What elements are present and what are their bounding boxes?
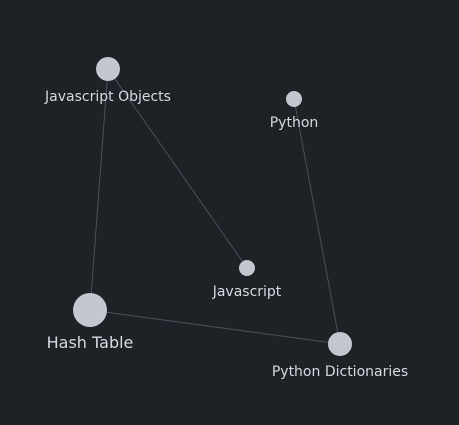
graph-view[interactable]: Javascript Objects Python Javascript Has… — [0, 0, 459, 425]
node-python-dicts[interactable]: Python Dictionaries — [272, 332, 408, 380]
graph-canvas[interactable]: Javascript Objects Python Javascript Has… — [0, 0, 459, 425]
node-hash-table[interactable]: Hash Table — [47, 293, 134, 352]
node-hash-table-label[interactable]: Hash Table — [47, 333, 134, 352]
node-python-dot[interactable] — [286, 91, 302, 107]
node-js-objects-label[interactable]: Javascript Objects — [44, 89, 171, 105]
node-js-objects-dot[interactable] — [96, 57, 120, 81]
node-python[interactable]: Python — [270, 91, 319, 131]
node-python-dicts-label[interactable]: Python Dictionaries — [272, 364, 408, 380]
edge-js-objects-hash-table — [89, 68, 109, 311]
node-python-dicts-dot[interactable] — [328, 332, 352, 356]
node-javascript-dot[interactable] — [239, 260, 255, 276]
node-hash-table-dot[interactable] — [73, 293, 107, 327]
node-python-label[interactable]: Python — [270, 115, 319, 131]
node-javascript-label[interactable]: Javascript — [212, 284, 282, 300]
node-javascript[interactable]: Javascript — [212, 260, 282, 300]
edge-python-python-dicts — [293, 98, 341, 345]
